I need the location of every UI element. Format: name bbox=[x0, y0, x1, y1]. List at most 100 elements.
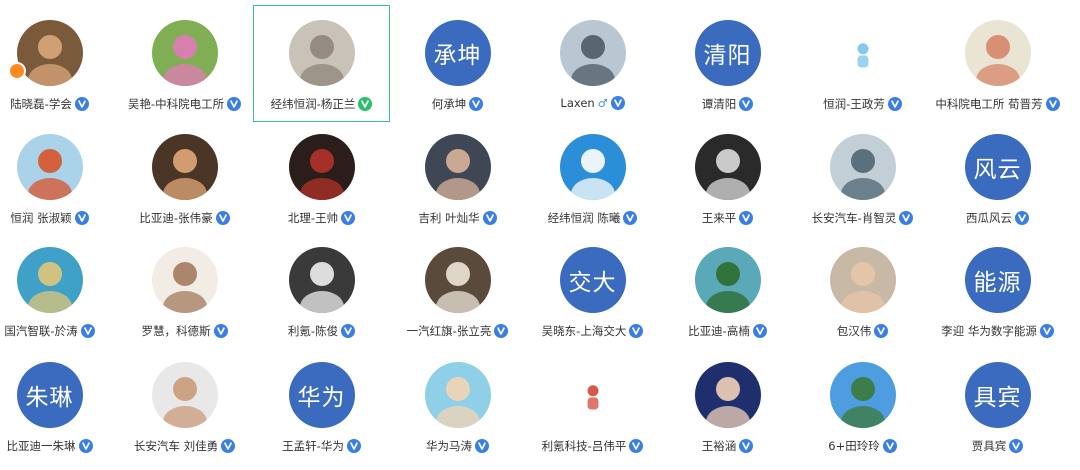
member-name-row: 吉利 叶灿华 bbox=[418, 210, 497, 226]
avatar[interactable] bbox=[151, 20, 218, 86]
verified-badge-icon bbox=[1045, 97, 1060, 111]
verified-badge-icon bbox=[494, 324, 509, 338]
verified-badge-icon bbox=[610, 96, 625, 110]
member-card[interactable]: 6+田玲玲 bbox=[795, 348, 930, 463]
member-card[interactable]: 利氪科技-吕伟平 bbox=[525, 348, 660, 463]
member-name-row: 罗慧，科德斯 bbox=[142, 323, 228, 339]
member-card[interactable]: 承坤 何承坤 bbox=[390, 6, 525, 121]
member-card[interactable]: 国汽智联-於涛 bbox=[0, 233, 117, 348]
member-card[interactable]: 能源李迎 华为数字能源 bbox=[930, 233, 1065, 348]
avatar-initials: 华为 bbox=[297, 385, 346, 411]
avatar[interactable]: 风云 bbox=[964, 134, 1031, 200]
avatar[interactable] bbox=[829, 134, 896, 200]
verified-badge-icon bbox=[882, 439, 897, 453]
avatar[interactable] bbox=[288, 134, 355, 200]
member-card[interactable]: 罗慧，科德斯 bbox=[117, 233, 252, 348]
avatar[interactable] bbox=[424, 247, 491, 313]
member-card[interactable]: 华为马涛 bbox=[390, 348, 525, 463]
member-card[interactable]: 清阳 谭清阳 bbox=[660, 6, 795, 121]
member-card[interactable]: 王来平 bbox=[660, 120, 795, 235]
avatar[interactable] bbox=[694, 362, 761, 428]
member-card[interactable]: 交大吴晓东-上海交大 bbox=[525, 233, 660, 348]
member-name: 利氪-陈俊 bbox=[287, 324, 339, 338]
verified-badge-icon bbox=[78, 439, 93, 453]
member-name: 吉利 叶灿华 bbox=[418, 211, 480, 225]
avatar[interactable] bbox=[424, 362, 491, 428]
member-name: 比亚迪一朱琳 bbox=[6, 439, 76, 453]
member-card[interactable]: 长安汽车 刘佳勇 bbox=[117, 348, 252, 463]
avatar[interactable] bbox=[964, 20, 1031, 86]
verified-badge-icon bbox=[874, 324, 889, 338]
verified-badge-icon bbox=[887, 97, 902, 111]
member-name: 恒润-王政芳 bbox=[823, 97, 885, 111]
avatar[interactable] bbox=[829, 247, 896, 313]
avatar[interactable] bbox=[288, 20, 355, 86]
avatar[interactable]: 具宾 bbox=[964, 362, 1031, 428]
member-card[interactable]: 风云 西瓜风云 bbox=[930, 120, 1065, 235]
member-card[interactable]: 朱琳比亚迪一朱琳 bbox=[0, 348, 117, 463]
avatar[interactable] bbox=[424, 134, 491, 200]
avatar[interactable] bbox=[694, 134, 761, 200]
avatar[interactable]: 交大 bbox=[559, 247, 626, 313]
avatar[interactable] bbox=[559, 20, 626, 86]
avatar-initials: 清阳 bbox=[703, 43, 752, 69]
verified-badge-icon bbox=[74, 97, 89, 111]
member-card[interactable]: 吉利 叶灿华 bbox=[390, 120, 525, 235]
member-name-row: 吴晓东-上海交大 bbox=[542, 323, 644, 339]
member-card[interactable]: 包汉伟 bbox=[795, 233, 930, 348]
member-name: 经纬恒润-杨正兰 bbox=[270, 97, 356, 111]
avatar[interactable]: 承坤 bbox=[424, 20, 491, 86]
avatar[interactable]: 能源 bbox=[964, 247, 1031, 313]
avatar[interactable] bbox=[151, 247, 218, 313]
member-card[interactable]: 恒润 张淑颖 bbox=[0, 120, 117, 235]
member-card[interactable]: 经纬恒润-杨正兰 bbox=[253, 5, 390, 122]
avatar[interactable] bbox=[16, 134, 83, 200]
member-name-row: 何承坤 bbox=[432, 96, 484, 112]
avatar[interactable] bbox=[842, 33, 883, 73]
member-card[interactable]: 比亚迪-张伟豪 bbox=[117, 120, 252, 235]
verified-badge-icon bbox=[475, 439, 489, 453]
avatar[interactable] bbox=[694, 247, 761, 313]
member-name-row: 比亚迪-张伟豪 bbox=[139, 210, 230, 226]
avatar[interactable] bbox=[151, 134, 218, 200]
member-name-row: 北理-王帅 bbox=[288, 210, 356, 226]
avatar[interactable]: 华为 bbox=[288, 362, 355, 428]
avatar[interactable] bbox=[829, 362, 896, 428]
member-card[interactable]: 一汽红旗-张立亮 bbox=[390, 233, 525, 348]
verified-badge-icon bbox=[227, 97, 242, 111]
member-card[interactable]: 吴艳-中科院电工所 bbox=[117, 6, 252, 121]
avatar[interactable] bbox=[16, 20, 83, 86]
avatar-initials: 风云 bbox=[973, 157, 1022, 183]
member-name: 李迎 华为数字能源 bbox=[941, 324, 1037, 338]
member-card[interactable]: 王裕涵 bbox=[660, 348, 795, 463]
member-name: 包汉伟 bbox=[836, 324, 872, 338]
member-card[interactable]: 长安汽车-肖智灵 bbox=[795, 120, 930, 235]
member-card[interactable]: 比亚迪-高楠 bbox=[660, 233, 795, 348]
member-name: 王孟轩-华为 bbox=[282, 439, 344, 453]
avatar[interactable] bbox=[16, 247, 83, 313]
avatar[interactable]: 清阳 bbox=[694, 20, 761, 86]
member-card[interactable]: 华为王孟轩-华为 bbox=[254, 348, 389, 463]
avatar[interactable]: 朱琳 bbox=[16, 362, 83, 428]
verified-badge-icon bbox=[341, 324, 356, 338]
member-name-row: Laxen ♂ bbox=[560, 96, 625, 110]
member-card[interactable]: 北理-王帅 bbox=[254, 120, 389, 235]
member-card[interactable]: 利氪-陈俊 bbox=[254, 233, 389, 348]
member-card[interactable]: Laxen ♂ bbox=[525, 6, 660, 121]
member-card[interactable]: 陆晓磊-学会 bbox=[0, 6, 117, 121]
avatar[interactable] bbox=[559, 134, 626, 200]
avatar[interactable] bbox=[151, 362, 218, 428]
member-name: 罗慧，科德斯 bbox=[141, 324, 211, 338]
avatar[interactable] bbox=[288, 247, 355, 313]
member-card[interactable]: 经纬恒润 陈曦 bbox=[525, 120, 660, 235]
verified-badge-icon bbox=[482, 211, 497, 225]
member-card[interactable]: 具宾 贾具宾 bbox=[930, 348, 1065, 463]
member-name: 恒润 张淑颖 bbox=[10, 211, 72, 225]
avatar[interactable] bbox=[572, 375, 613, 415]
member-name: 陆晓磊-学会 bbox=[10, 97, 72, 111]
status-badge-icon bbox=[8, 62, 26, 80]
member-card[interactable]: 恒润-王政芳 bbox=[795, 6, 930, 121]
member-name: 比亚迪-高楠 bbox=[688, 324, 750, 338]
member-name-row: 长安汽车-肖智灵 bbox=[812, 210, 914, 226]
member-card[interactable]: 中科院电工所 荀晋芳 bbox=[930, 6, 1065, 121]
